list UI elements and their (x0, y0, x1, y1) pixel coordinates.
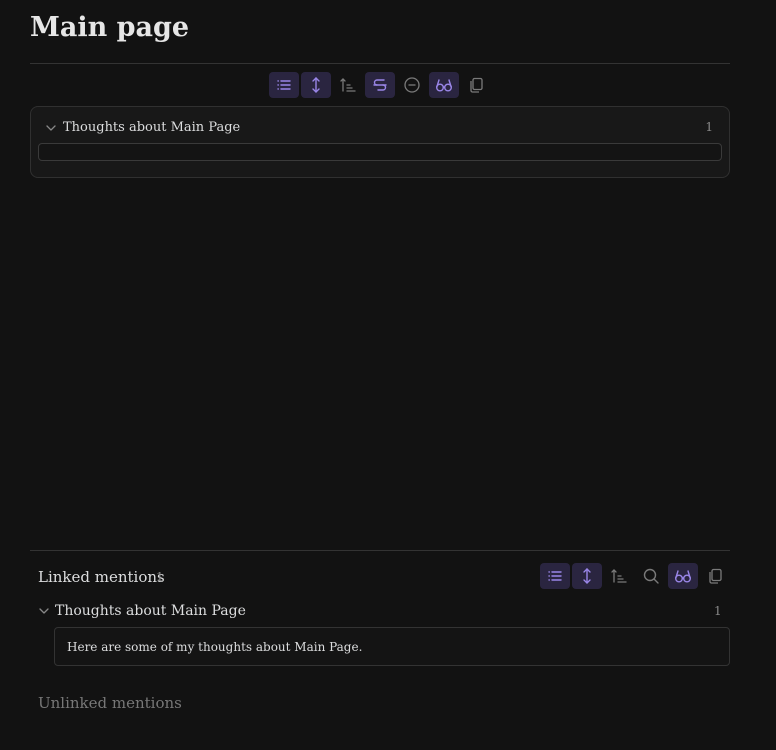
copy-button[interactable] (461, 72, 491, 98)
query-group-header[interactable]: Thoughts about Main Page (45, 120, 240, 135)
expand-toggle[interactable] (301, 72, 331, 98)
glasses-icon (675, 570, 691, 583)
copy-icon (709, 568, 722, 584)
chevron-down-icon[interactable] (38, 605, 50, 617)
backlink-group-count: 1 (714, 604, 722, 618)
search-icon (643, 568, 659, 584)
linked-mentions-title[interactable]: Linked mentions (38, 568, 165, 586)
query-toolbar (269, 72, 491, 98)
list-icon (548, 571, 562, 581)
backlinks-search-button[interactable] (636, 563, 666, 589)
title-divider (30, 63, 730, 64)
expand-vertical-icon (312, 77, 320, 93)
query-results-panel: Thoughts about Main Page 1 (30, 106, 730, 178)
sort-ascending-icon (340, 78, 356, 92)
strikethrough-toggle[interactable] (365, 72, 395, 98)
linked-mentions-count: 1 (156, 570, 164, 584)
query-result-input[interactable] (38, 143, 722, 161)
unlinked-mentions-title[interactable]: Unlinked mentions (38, 694, 182, 712)
list-view-toggle[interactable] (269, 72, 299, 98)
chevron-down-icon[interactable] (45, 122, 57, 134)
list-icon (277, 80, 291, 90)
backlinks-list-toggle[interactable] (540, 563, 570, 589)
backlinks-divider (30, 550, 730, 551)
backlinks-copy-button[interactable] (700, 563, 730, 589)
query-group-count: 1 (705, 120, 713, 134)
backlink-group-title[interactable]: Thoughts about Main Page (55, 603, 246, 619)
backlink-group-header[interactable]: Thoughts about Main Page (38, 603, 246, 619)
sort-ascending-icon (611, 569, 627, 583)
note-view: Main page Thoughts about Main Page 1 Lin… (0, 0, 776, 750)
sort-button[interactable] (333, 72, 363, 98)
backlinks-toolbar (540, 563, 730, 589)
expand-vertical-icon (583, 568, 591, 584)
strikethrough-icon (373, 79, 387, 91)
collapse-button[interactable] (397, 72, 427, 98)
minus-circle-icon (404, 77, 420, 93)
page-title[interactable]: Main page (30, 12, 189, 43)
backlinks-preview-toggle[interactable] (668, 563, 698, 589)
backlinks-sort-button[interactable] (604, 563, 634, 589)
copy-icon (470, 77, 483, 93)
backlink-mention[interactable]: Here are some of my thoughts about Main … (54, 627, 730, 666)
query-group-title[interactable]: Thoughts about Main Page (63, 120, 240, 135)
mention-text: Here are some of my thoughts about Main … (67, 639, 363, 654)
preview-toggle[interactable] (429, 72, 459, 98)
backlinks-expand-toggle[interactable] (572, 563, 602, 589)
glasses-icon (436, 79, 452, 92)
